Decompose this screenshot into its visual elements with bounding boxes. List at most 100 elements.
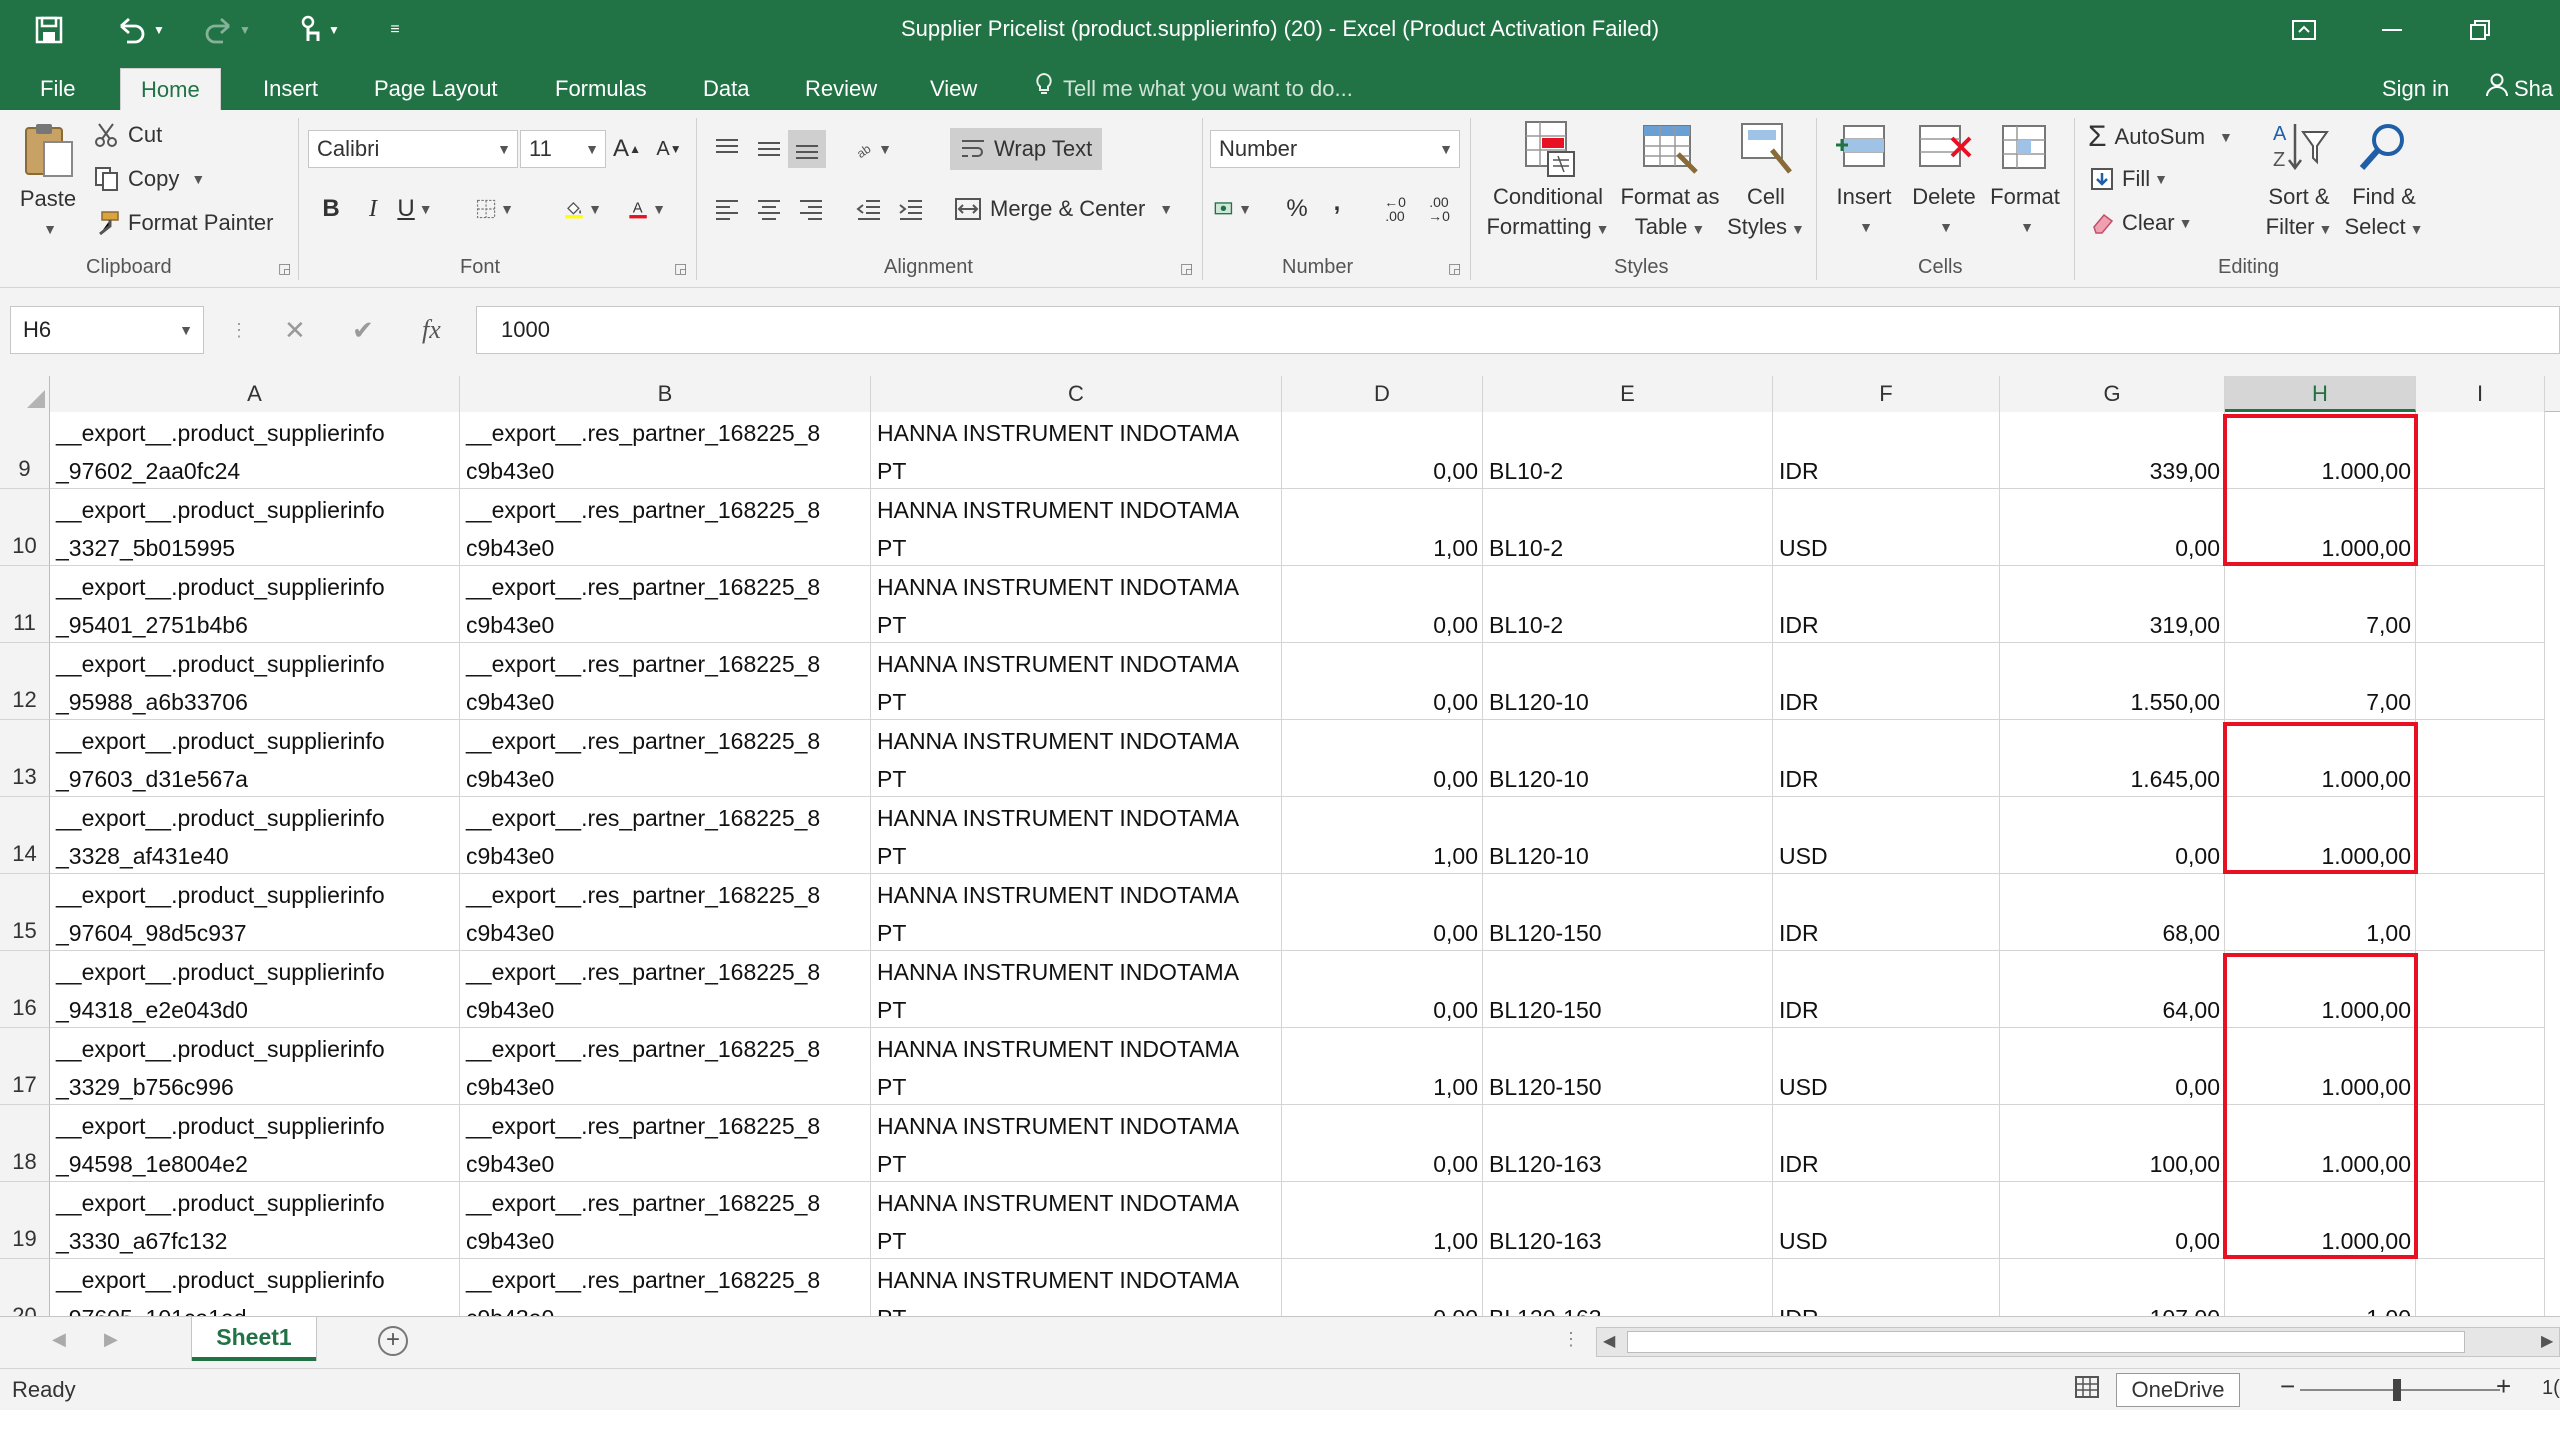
cancel-entry-icon[interactable]: ✕	[284, 308, 306, 352]
cell-a19[interactable]: __export__.product_supplierinfo _3330_a67…	[50, 1182, 460, 1259]
column-header-d[interactable]: D	[1282, 376, 1483, 412]
cell-a13[interactable]: __export__.product_supplierinfo _97603_d3…	[50, 720, 460, 797]
align-top-icon[interactable]	[708, 130, 746, 168]
cell-h20[interactable]: 1,00	[2225, 1259, 2416, 1316]
sort-filter-button[interactable]: A Z Sort & Filter ▼	[2256, 118, 2342, 244]
tab-review[interactable]: Review	[785, 68, 897, 110]
font-name-select[interactable]: Calibri ▼	[308, 130, 518, 168]
wrap-text-button[interactable]: Wrap Text	[950, 128, 1103, 170]
cell-d13[interactable]: 0,00	[1282, 720, 1483, 797]
scroll-right-icon[interactable]: ▶	[2541, 1331, 2553, 1351]
scroll-left-icon[interactable]: ◀	[1603, 1331, 1615, 1351]
cell-e16[interactable]: BL120-150	[1483, 951, 1773, 1028]
alignment-launcher-icon[interactable]: ◲	[1180, 260, 1193, 277]
delete-cells-button[interactable]: Delete ▼	[1906, 118, 1982, 242]
cell-h11[interactable]: 7,00	[2225, 566, 2416, 643]
tab-split-grip-icon[interactable]: ⋮	[1562, 1329, 1580, 1350]
tab-view[interactable]: View	[910, 68, 997, 110]
tab-formulas[interactable]: Formulas	[535, 68, 667, 110]
row-header[interactable]: 11	[0, 566, 50, 643]
cell-g16[interactable]: 64,00	[2000, 951, 2225, 1028]
cell-g15[interactable]: 68,00	[2000, 874, 2225, 951]
percent-style-button[interactable]: %	[1278, 190, 1316, 228]
cell-d17[interactable]: 1,00	[1282, 1028, 1483, 1105]
cell-a12[interactable]: __export__.product_supplierinfo _95988_a6…	[50, 643, 460, 720]
horizontal-scrollbar[interactable]: ◀ ▶	[1596, 1327, 2560, 1357]
cell-i9[interactable]	[2416, 412, 2545, 489]
column-header-i[interactable]: I	[2416, 376, 2545, 412]
cell-f16[interactable]: IDR	[1773, 951, 2000, 1028]
cell-g19[interactable]: 0,00	[2000, 1182, 2225, 1259]
cell-a17[interactable]: __export__.product_supplierinfo _3329_b75…	[50, 1028, 460, 1105]
cell-f19[interactable]: USD	[1773, 1182, 2000, 1259]
zoom-in-icon[interactable]: +	[2496, 1371, 2511, 1402]
cell-h16[interactable]: 1.000,00	[2225, 951, 2416, 1028]
clear-button[interactable]: Clear ▼	[2090, 210, 2192, 236]
scrollbar-thumb[interactable]	[1627, 1331, 2465, 1353]
cell-d19[interactable]: 1,00	[1282, 1182, 1483, 1259]
cell-f9[interactable]: IDR	[1773, 412, 2000, 489]
cell-a20[interactable]: __export__.product_supplierinfo _97605_10…	[50, 1259, 460, 1316]
cell-i17[interactable]	[2416, 1028, 2545, 1105]
cell-e12[interactable]: BL120-10	[1483, 643, 1773, 720]
column-header-b[interactable]: B	[460, 376, 871, 412]
increase-indent-icon[interactable]	[892, 190, 930, 228]
increase-decimal-icon[interactable]: ←0.00	[1376, 190, 1414, 228]
font-size-select[interactable]: 11 ▼	[520, 130, 606, 168]
cell-e15[interactable]: BL120-150	[1483, 874, 1773, 951]
cell-d10[interactable]: 1,00	[1282, 489, 1483, 566]
cell-h9[interactable]: 1.000,00	[2225, 412, 2416, 489]
cell-e9[interactable]: BL10-2	[1483, 412, 1773, 489]
cell-e13[interactable]: BL120-10	[1483, 720, 1773, 797]
insert-function-button[interactable]: fx	[422, 308, 441, 352]
cell-f10[interactable]: USD	[1773, 489, 2000, 566]
insert-cells-button[interactable]: Insert ▼	[1826, 118, 1902, 242]
cell-i19[interactable]	[2416, 1182, 2545, 1259]
row-header[interactable]: 17	[0, 1028, 50, 1105]
cell-c17[interactable]: HANNA INSTRUMENT INDOTAMA PT	[871, 1028, 1282, 1105]
cell-a10[interactable]: __export__.product_supplierinfo _3327_5b0…	[50, 489, 460, 566]
cell-a18[interactable]: __export__.product_supplierinfo _94598_1e…	[50, 1105, 460, 1182]
cell-b10[interactable]: __export__.res_partner_168225_8 c9b43e0	[460, 489, 871, 566]
row-header[interactable]: 16	[0, 951, 50, 1028]
italic-button[interactable]: I	[354, 190, 392, 228]
font-launcher-icon[interactable]: ◲	[674, 260, 687, 277]
row-header[interactable]: 12	[0, 643, 50, 720]
cell-a9[interactable]: __export__.product_supplierinfo _97602_2a…	[50, 412, 460, 489]
cell-h17[interactable]: 1.000,00	[2225, 1028, 2416, 1105]
cell-e17[interactable]: BL120-150	[1483, 1028, 1773, 1105]
align-right-icon[interactable]	[792, 190, 830, 228]
spreadsheet-grid[interactable]: ABCDEFGHI 9 __export__.product_supplierin…	[0, 376, 2560, 1316]
accounting-format-icon[interactable]: ▼	[1214, 190, 1252, 228]
comma-style-button[interactable]: ,	[1318, 184, 1356, 222]
column-header-a[interactable]: A	[50, 376, 460, 412]
cell-c11[interactable]: HANNA INSTRUMENT INDOTAMA PT	[871, 566, 1282, 643]
minimize-icon[interactable]	[2362, 10, 2422, 50]
cell-e18[interactable]: BL120-163	[1483, 1105, 1773, 1182]
cell-a15[interactable]: __export__.product_supplierinfo _97604_98…	[50, 874, 460, 951]
cell-b15[interactable]: __export__.res_partner_168225_8 c9b43e0	[460, 874, 871, 951]
row-header[interactable]: 19	[0, 1182, 50, 1259]
cell-b19[interactable]: __export__.res_partner_168225_8 c9b43e0	[460, 1182, 871, 1259]
cell-e19[interactable]: BL120-163	[1483, 1182, 1773, 1259]
decrease-font-icon[interactable]: A ▼	[650, 130, 688, 168]
font-color-icon[interactable]: A ▼	[628, 190, 666, 228]
zoom-out-icon[interactable]: −	[2280, 1371, 2295, 1402]
tab-home[interactable]: Home	[120, 68, 221, 110]
find-select-button[interactable]: Find & Select ▼	[2342, 118, 2426, 244]
sign-in-link[interactable]: Sign in	[2382, 68, 2449, 110]
sheet-next-icon[interactable]: ▶	[104, 1329, 118, 1350]
cell-c18[interactable]: HANNA INSTRUMENT INDOTAMA PT	[871, 1105, 1282, 1182]
paste-button[interactable]: Paste ▼	[10, 120, 86, 244]
autosum-button[interactable]: Σ AutoSum ▼	[2088, 120, 2233, 154]
name-box[interactable]: H6 ▼	[10, 306, 204, 354]
cell-h19[interactable]: 1.000,00	[2225, 1182, 2416, 1259]
cell-h10[interactable]: 1.000,00	[2225, 489, 2416, 566]
cell-h18[interactable]: 1.000,00	[2225, 1105, 2416, 1182]
cell-c9[interactable]: HANNA INSTRUMENT INDOTAMA PT	[871, 412, 1282, 489]
decrease-indent-icon[interactable]	[850, 190, 888, 228]
cell-b12[interactable]: __export__.res_partner_168225_8 c9b43e0	[460, 643, 871, 720]
cell-e11[interactable]: BL10-2	[1483, 566, 1773, 643]
format-as-table-button[interactable]: Format as Table ▼	[1614, 118, 1726, 244]
cell-c16[interactable]: HANNA INSTRUMENT INDOTAMA PT	[871, 951, 1282, 1028]
